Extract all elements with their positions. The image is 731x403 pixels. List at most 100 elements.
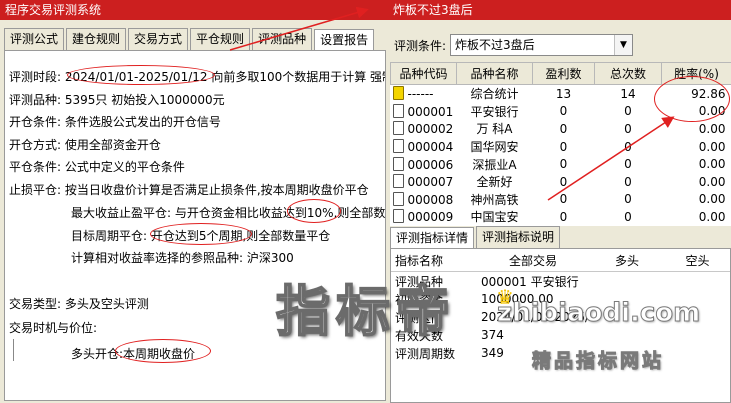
report-divider bbox=[13, 339, 14, 361]
cell-code: 000004 bbox=[407, 140, 454, 155]
cell-long bbox=[589, 272, 665, 291]
cell-winrate: 0.00 bbox=[698, 121, 726, 136]
cell-all: 000001 平安银行 bbox=[481, 274, 579, 289]
col-header-all[interactable]: 全部交易 bbox=[477, 249, 589, 272]
cell-code: 000001 bbox=[407, 104, 454, 119]
cell-winrate: 0.00 bbox=[698, 192, 726, 207]
cell-total: 0 bbox=[624, 157, 632, 172]
tab-formula[interactable]: 评测公式 bbox=[4, 28, 65, 50]
cell-total: 0 bbox=[624, 209, 632, 224]
annotation-ellipse-5-periods bbox=[150, 223, 252, 245]
tab-metric-help[interactable]: 评测指标说明 bbox=[476, 226, 561, 248]
table-row[interactable]: 000009 中国宝安 0 0 0.00 bbox=[391, 208, 731, 226]
file-icon bbox=[392, 139, 404, 154]
cell-name: 神州高铁 bbox=[470, 192, 519, 207]
cell-code: 000006 bbox=[407, 157, 454, 172]
report-line-close-cond: 平仓条件: 公式中定义的平仓条件 bbox=[9, 160, 185, 174]
cell-total: 0 bbox=[624, 104, 632, 119]
col-header-metric[interactable]: 指标名称 bbox=[391, 249, 477, 272]
cell-winrate: 0.00 bbox=[698, 174, 726, 189]
file-icon bbox=[392, 156, 404, 171]
annotation-ellipse-10pct bbox=[287, 199, 341, 223]
table-row[interactable]: 000008 神州高铁 0 0 0.00 bbox=[391, 191, 731, 209]
tab-close-rules[interactable]: 平仓规则 bbox=[190, 28, 251, 50]
cell-winrate: 0.00 bbox=[698, 157, 726, 172]
cell-name: 平安银行 bbox=[470, 104, 519, 119]
watermark-slogan: 精品指标网站 bbox=[531, 350, 665, 373]
file-icon bbox=[392, 103, 404, 118]
report-line-open-cond: 开仓条件: 条件选股公式发出的开仓信号 bbox=[9, 115, 221, 129]
cell-wins: 0 bbox=[559, 209, 568, 224]
cell-total: 0 bbox=[624, 192, 632, 207]
report-line-open-mode: 开仓方式: 使用全部资金开仓 bbox=[9, 138, 161, 152]
col-header-code[interactable]: 品种代码 bbox=[390, 62, 457, 85]
report-settings-panel: 评测时段: 2024/01/01-2025/01/12 向前多取100个数据用于… bbox=[4, 50, 386, 401]
cell-wins: 0 bbox=[559, 121, 568, 136]
metric-table-header: 指标名称 全部交易 多头 空头 bbox=[391, 249, 730, 272]
cell-total: 14 bbox=[620, 86, 636, 101]
tab-report-settings[interactable]: 设置报告 bbox=[314, 29, 375, 51]
report-line-benchmark: 计算相对收益率选择的参照品种: 沪深300 bbox=[71, 251, 294, 265]
cell-short bbox=[665, 272, 730, 291]
tab-trade-mode[interactable]: 交易方式 bbox=[128, 28, 189, 50]
watermark-brand: 指标帝 bbox=[275, 280, 456, 343]
cell-winrate: 0.00 bbox=[698, 209, 726, 224]
cell-wins: 0 bbox=[559, 104, 568, 119]
cell-wins: 0 bbox=[559, 174, 568, 189]
file-icon bbox=[392, 121, 404, 136]
summary-file-icon bbox=[392, 86, 404, 101]
cell-short bbox=[665, 326, 730, 344]
cell-name: 综合统计 bbox=[470, 87, 519, 102]
condition-label: 评测条件: bbox=[394, 39, 447, 53]
report-line-trade-type: 交易类型: 多头及空头评测 bbox=[9, 297, 149, 311]
cell-metric: 评测周期数 bbox=[395, 346, 456, 361]
annotation-ellipse-period bbox=[67, 65, 215, 85]
tab-symbols[interactable]: 评测品种 bbox=[252, 28, 313, 50]
cell-code: 000008 bbox=[407, 192, 454, 207]
col-header-long[interactable]: 多头 bbox=[589, 249, 665, 272]
cell-name: 国华网安 bbox=[470, 140, 519, 155]
cell-name: 中国宝安 bbox=[470, 210, 519, 225]
cell-name: 万 科A bbox=[476, 122, 513, 137]
condition-select-value: 炸板不过3盘后 bbox=[455, 38, 535, 52]
cell-code: 000007 bbox=[407, 175, 454, 190]
cell-code: 000002 bbox=[407, 122, 454, 137]
condition-select[interactable]: 炸板不过3盘后 ▼ bbox=[450, 34, 633, 56]
cell-winrate: 0.00 bbox=[698, 139, 726, 154]
cell-name: 深振业A bbox=[472, 157, 517, 172]
file-icon bbox=[392, 174, 404, 189]
table-row[interactable]: 000006 深振业A 0 0 0.00 bbox=[391, 155, 731, 173]
report-line-timing: 交易时机与价位: bbox=[9, 321, 98, 335]
table-row[interactable]: 000007 全新好 0 0 0.00 bbox=[391, 173, 731, 191]
detail-tab-bar: 评测指标详情 评测指标说明 bbox=[390, 226, 562, 249]
chevron-down-icon[interactable]: ▼ bbox=[614, 35, 632, 55]
left-window-title: 程序交易评测系统 bbox=[0, 0, 388, 20]
cell-code: 000009 bbox=[407, 210, 454, 225]
col-header-short[interactable]: 空头 bbox=[665, 249, 730, 272]
report-line-symbols: 评测品种: 5395只 初始投入1000000元 bbox=[9, 93, 225, 107]
cell-name: 全新好 bbox=[476, 175, 513, 190]
table-row[interactable]: 000002 万 科A 0 0 0.00 bbox=[391, 120, 731, 138]
col-header-wins[interactable]: 盈利数 bbox=[532, 62, 595, 85]
cell-all: 374 bbox=[481, 328, 504, 342]
cell-total: 0 bbox=[624, 121, 632, 136]
cell-wins: 13 bbox=[555, 86, 572, 101]
tab-metric-details[interactable]: 评测指标详情 bbox=[390, 227, 475, 249]
cell-code: ------ bbox=[407, 87, 434, 102]
right-window-title: 炸板不过3盘后 bbox=[388, 0, 731, 20]
table-row[interactable]: 000004 国华网安 0 0 0.00 bbox=[391, 138, 731, 156]
report-line-stoploss: 止损平仓: 按当日收盘价计算是否满足止损条件,按本周期收盘价平仓 bbox=[9, 183, 369, 197]
annotation-ellipse-close-price bbox=[115, 339, 211, 363]
file-icon bbox=[392, 191, 404, 206]
watermark-url: zhibiaodi.com bbox=[496, 298, 701, 329]
left-tab-bar: 评测公式 建仓规则 交易方式 平仓规则 评测品种 设置报告 bbox=[4, 28, 376, 51]
cell-total: 0 bbox=[624, 139, 632, 154]
cell-wins: 0 bbox=[559, 157, 568, 172]
annotation-ellipse-winrate bbox=[654, 76, 730, 122]
file-icon bbox=[392, 209, 404, 224]
cell-wins: 0 bbox=[559, 139, 568, 154]
col-header-name[interactable]: 品种名称 bbox=[456, 62, 533, 85]
col-header-total[interactable]: 总次数 bbox=[594, 62, 662, 85]
cell-long bbox=[589, 326, 665, 344]
tab-open-rules[interactable]: 建仓规则 bbox=[66, 28, 127, 50]
